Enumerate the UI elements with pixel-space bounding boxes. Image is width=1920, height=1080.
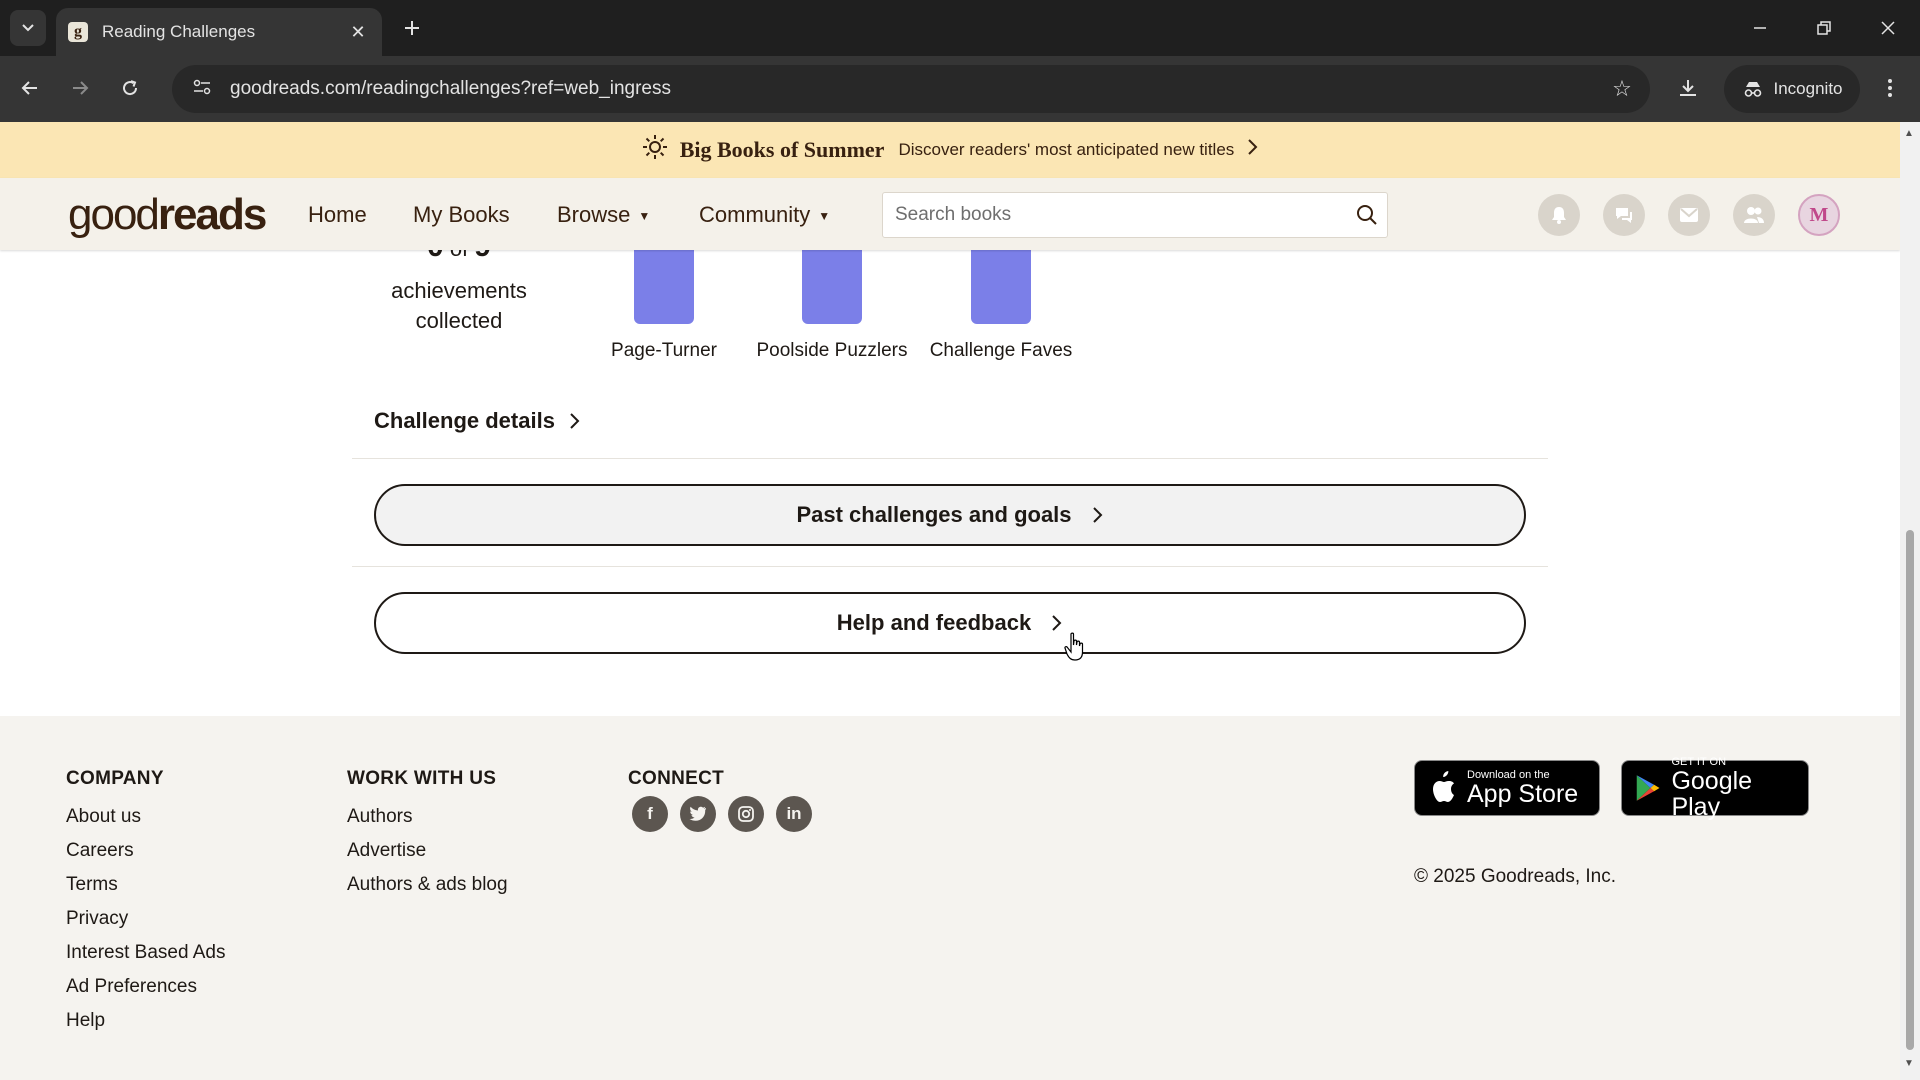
site-footer: COMPANY About us Careers Terms Privacy I…: [0, 716, 1900, 1080]
close-tab-icon[interactable]: ✕: [346, 22, 370, 43]
badge-label: Poolside Puzzlers: [756, 340, 908, 361]
divider: [352, 458, 1548, 459]
help-feedback-button[interactable]: Help and feedback: [374, 592, 1526, 654]
promo-title: Big Books of Summer: [679, 137, 885, 162]
search-icon[interactable]: [1347, 203, 1387, 227]
achievement-label: achievements collected: [391, 278, 527, 333]
google-play-icon: [1636, 775, 1660, 801]
browser-menu-button[interactable]: [1872, 70, 1908, 106]
close-window-button[interactable]: [1856, 0, 1920, 56]
page-scrollbar[interactable]: ▲ ▼: [1900, 122, 1920, 1080]
new-tab-button[interactable]: [396, 12, 428, 44]
chevron-right-icon: [1246, 138, 1258, 162]
reload-icon: [123, 80, 138, 96]
site-header: goodreads Home My Books Browse ▼ Communit…: [0, 178, 1900, 250]
friends-icon[interactable]: [1733, 194, 1775, 236]
footer-link-advertise[interactable]: Advertise: [347, 840, 426, 862]
footer-connect-heading: CONNECT: [628, 768, 725, 789]
incognito-icon: [1744, 82, 1761, 97]
search-input[interactable]: [883, 193, 1347, 237]
nav-community[interactable]: Community ▼: [699, 202, 830, 228]
address-bar[interactable]: goodreads.com/readingchallenges?ref=web_…: [172, 65, 1650, 113]
page-viewport: Big Books of Summer Discover readers' mo…: [0, 122, 1900, 1080]
incognito-label: Incognito: [1773, 79, 1843, 98]
footer-link-interest-ads[interactable]: Interest Based Ads: [66, 942, 226, 964]
forward-button[interactable]: [62, 70, 98, 106]
chevron-right-icon: [1052, 615, 1062, 631]
footer-company-heading: COMPANY: [66, 768, 164, 789]
footer-link-careers[interactable]: Careers: [66, 840, 134, 862]
restore-button[interactable]: [1792, 0, 1856, 56]
app-store-button[interactable]: Download on the App Store: [1414, 760, 1600, 816]
instagram-icon[interactable]: [728, 796, 764, 832]
sun-icon: [642, 134, 668, 167]
close-icon: [1881, 21, 1895, 35]
nav-browse[interactable]: Browse ▼: [557, 202, 650, 228]
back-button[interactable]: [12, 70, 48, 106]
search-box: [882, 192, 1388, 238]
footer-work-heading: WORK WITH US: [347, 768, 497, 789]
goodreads-favicon-icon: g: [68, 22, 88, 42]
minimize-icon: [1754, 27, 1766, 29]
badge-label: Challenge Faves: [929, 340, 1073, 361]
bookmark-star-icon[interactable]: ☆: [1602, 76, 1642, 102]
badge-label: Page-Turner: [611, 340, 717, 361]
twitter-icon[interactable]: [680, 796, 716, 832]
incognito-indicator[interactable]: Incognito: [1724, 65, 1860, 113]
google-play-button[interactable]: GET IT ON Google Play: [1621, 756, 1809, 820]
caret-down-icon: ▼: [638, 209, 651, 224]
promo-banner[interactable]: Big Books of Summer Discover readers' mo…: [0, 122, 1900, 178]
footer-link-privacy[interactable]: Privacy: [66, 908, 128, 930]
promo-subtitle: Discover readers' most anticipated new t…: [898, 140, 1235, 159]
caret-down-icon: ▼: [818, 209, 831, 224]
scroll-down-icon[interactable]: ▼: [1904, 1058, 1914, 1069]
browser-tab[interactable]: g Reading Challenges ✕: [56, 8, 382, 56]
chevron-right-icon: [1092, 507, 1102, 523]
minimize-button[interactable]: [1728, 0, 1792, 56]
arrow-left-icon: [21, 81, 37, 95]
footer-link-authors[interactable]: Authors: [347, 806, 412, 828]
discussions-icon[interactable]: [1603, 194, 1645, 236]
divider: [352, 566, 1548, 567]
hand-cursor-icon: [1064, 632, 1084, 661]
downloads-button[interactable]: [1668, 70, 1708, 106]
reload-button[interactable]: [112, 70, 148, 106]
browser-tab-strip: g Reading Challenges ✕: [0, 0, 1920, 56]
footer-link-about[interactable]: About us: [66, 806, 141, 828]
footer-link-ad-preferences[interactable]: Ad Preferences: [66, 976, 197, 998]
footer-link-terms[interactable]: Terms: [66, 874, 118, 896]
scrollbar-thumb[interactable]: [1906, 530, 1914, 1050]
challenge-details-link[interactable]: Challenge details: [374, 408, 581, 434]
user-avatar[interactable]: M: [1798, 194, 1840, 236]
chevron-right-icon: [570, 413, 580, 429]
messages-icon[interactable]: [1668, 194, 1710, 236]
arrow-right-icon: [73, 81, 89, 95]
copyright-text: © 2025 Goodreads, Inc.: [1414, 866, 1617, 887]
nav-my-books[interactable]: My Books: [413, 202, 510, 228]
browser-toolbar: goodreads.com/readingchallenges?ref=web_…: [0, 56, 1920, 122]
chevron-down-icon: [22, 24, 34, 32]
past-challenges-button[interactable]: Past challenges and goals: [374, 484, 1526, 546]
goodreads-logo[interactable]: goodreads: [68, 190, 267, 240]
footer-link-help[interactable]: Help: [66, 1010, 105, 1032]
facebook-icon[interactable]: f: [632, 796, 668, 832]
notifications-bell-icon[interactable]: [1538, 194, 1580, 236]
scroll-up-icon[interactable]: ▲: [1904, 128, 1914, 139]
linkedin-icon[interactable]: in: [776, 796, 812, 832]
tab-title: Reading Challenges: [102, 22, 256, 41]
tab-search-button[interactable]: [10, 10, 46, 46]
apple-icon: [1433, 771, 1454, 802]
download-icon: [1680, 80, 1696, 96]
site-info-icon[interactable]: [182, 78, 222, 101]
more-vertical-icon: [1888, 79, 1892, 97]
nav-home[interactable]: Home: [308, 202, 367, 228]
url-text[interactable]: goodreads.com/readingchallenges?ref=web_…: [230, 78, 1602, 100]
footer-link-authors-ads-blog[interactable]: Authors & ads blog: [347, 874, 508, 896]
plus-icon: [405, 21, 419, 35]
restore-icon: [1817, 21, 1831, 35]
